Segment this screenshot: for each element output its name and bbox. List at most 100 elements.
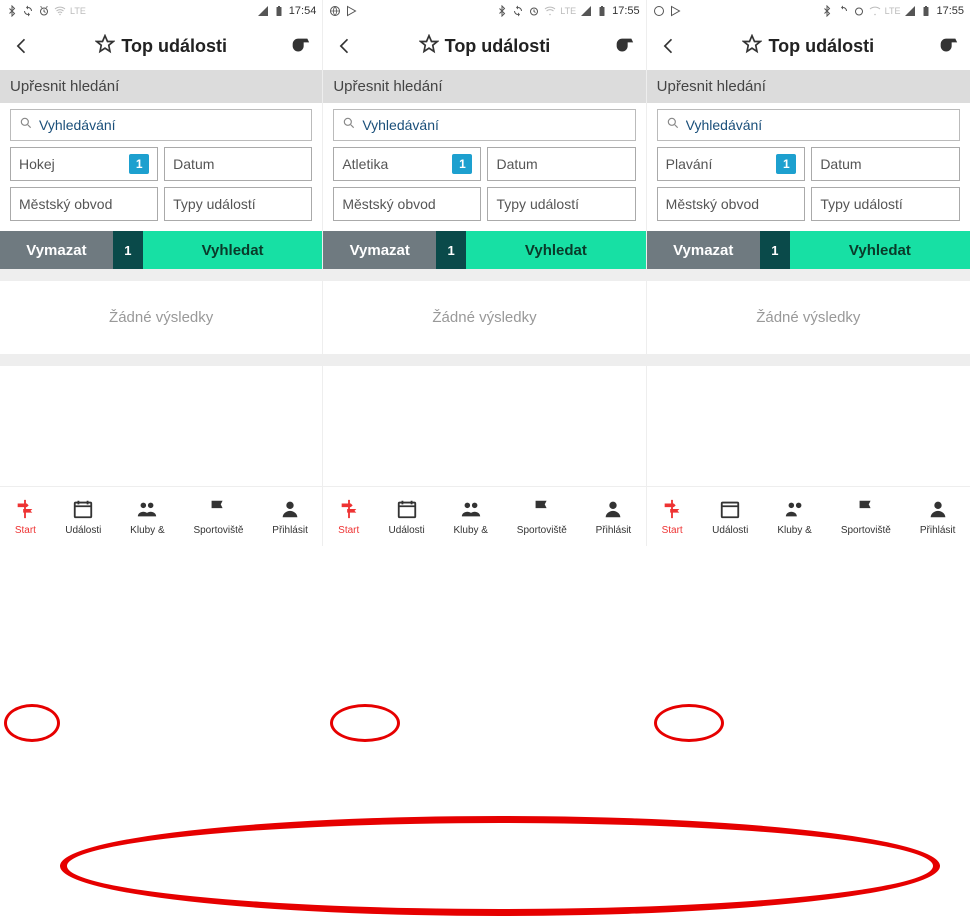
filter-grid: Plavání 1 Datum Městský obvod Typy událo… — [647, 147, 970, 221]
nav-clubs[interactable]: Kluby & — [454, 498, 488, 536]
clear-button[interactable]: Vymazat — [0, 231, 113, 269]
nav-login[interactable]: Přihlásit — [596, 498, 632, 536]
bottom-nav: Start Události Kluby & Sportoviště Přihl… — [0, 486, 322, 546]
screen-1: LTE 17:54 Top události Upřesnit hledání … — [0, 0, 323, 546]
title-bar: Top události — [323, 22, 645, 70]
search-button[interactable]: Vyhledat — [790, 231, 970, 269]
wifi-icon — [869, 5, 881, 17]
filter-grid: Hokej 1 Datum Městský obvod Typy událost… — [0, 147, 322, 221]
globe-icon — [329, 5, 341, 17]
bottom-nav: Start Události Kluby & Sportoviště Přihl… — [647, 486, 970, 546]
nav-clubs[interactable]: Kluby & — [777, 498, 811, 536]
search-icon — [342, 116, 362, 135]
signpost-icon — [338, 498, 360, 523]
filter-date[interactable]: Datum — [811, 147, 960, 181]
back-button[interactable] — [331, 32, 359, 60]
filter-date[interactable]: Datum — [164, 147, 312, 181]
filter-sport[interactable]: Atletika 1 — [333, 147, 481, 181]
filter-types[interactable]: Typy událostí — [487, 187, 635, 221]
nav-clubs[interactable]: Kluby & — [130, 498, 164, 536]
action-row: Vymazat 1 Vyhledat — [647, 231, 970, 269]
person-icon — [927, 498, 949, 523]
filter-district[interactable]: Městský obvod — [10, 187, 158, 221]
bluetooth-icon — [821, 5, 833, 17]
count-badge: 1 — [113, 231, 143, 269]
person-icon — [279, 498, 301, 523]
nav-venues[interactable]: Sportoviště — [193, 498, 243, 536]
filter-date[interactable]: Datum — [487, 147, 635, 181]
nav-start[interactable]: Start — [14, 498, 36, 536]
search-box[interactable] — [10, 109, 312, 141]
page-title: Top události — [36, 34, 286, 59]
clear-button[interactable]: Vymazat — [647, 231, 760, 269]
signpost-icon — [661, 498, 683, 523]
search-button[interactable]: Vyhledat — [466, 231, 646, 269]
nav-login[interactable]: Přihlásit — [272, 498, 308, 536]
search-box[interactable] — [657, 109, 960, 141]
search-input[interactable] — [39, 117, 303, 133]
subheader: Upřesnit hledání — [647, 70, 970, 103]
empty-results: Žádné výsledky — [323, 281, 645, 354]
battery-icon — [596, 5, 608, 17]
bluetooth-icon — [6, 5, 18, 17]
play-icon — [669, 5, 681, 17]
filter-badge: 1 — [452, 154, 472, 174]
globe-icon — [653, 5, 665, 17]
filter-sport[interactable]: Plavání 1 — [657, 147, 806, 181]
nav-events[interactable]: Události — [712, 498, 748, 536]
battery-icon — [273, 5, 285, 17]
status-bar: LTE 17:54 — [0, 0, 322, 22]
search-input[interactable] — [362, 117, 626, 133]
clock-time: 17:54 — [289, 5, 317, 17]
nav-venues[interactable]: Sportoviště — [517, 498, 567, 536]
filter-types[interactable]: Typy událostí — [164, 187, 312, 221]
filter-types[interactable]: Typy událostí — [811, 187, 960, 221]
signpost-icon — [14, 498, 36, 523]
back-button[interactable] — [8, 32, 36, 60]
sync-icon — [22, 5, 34, 17]
star-icon — [95, 34, 115, 59]
search-icon — [19, 116, 39, 135]
gap — [323, 269, 645, 281]
alarm-icon — [528, 5, 540, 17]
title-bar: Top události — [0, 22, 322, 70]
empty-results: Žádné výsledky — [647, 281, 970, 354]
sync-icon — [512, 5, 524, 17]
action-row: Vymazat 1 Vyhledat — [323, 231, 645, 269]
filter-grid: Atletika 1 Datum Městský obvod Typy udál… — [323, 147, 645, 221]
filter-district[interactable]: Městský obvod — [333, 187, 481, 221]
person-icon — [602, 498, 624, 523]
calendar-icon — [72, 498, 94, 523]
spacer — [323, 366, 645, 486]
group-icon — [460, 498, 482, 523]
sync-icon — [837, 5, 849, 17]
nav-events[interactable]: Události — [389, 498, 425, 536]
filter-district[interactable]: Městský obvod — [657, 187, 806, 221]
search-button[interactable]: Vyhledat — [143, 231, 323, 269]
back-button[interactable] — [655, 32, 683, 60]
star-icon — [419, 34, 439, 59]
search-input[interactable] — [686, 117, 951, 133]
action-row: Vymazat 1 Vyhledat — [0, 231, 322, 269]
nav-start[interactable]: Start — [338, 498, 360, 536]
alarm-icon — [853, 5, 865, 17]
group-icon — [784, 498, 806, 523]
whistle-icon[interactable] — [286, 32, 314, 60]
spacer — [647, 366, 970, 486]
whistle-icon[interactable] — [610, 32, 638, 60]
flag-icon — [855, 498, 877, 523]
spacer — [0, 366, 322, 486]
bluetooth-icon — [496, 5, 508, 17]
search-box[interactable] — [333, 109, 635, 141]
empty-results: Žádné výsledky — [0, 281, 322, 354]
nav-login[interactable]: Přihlásit — [920, 498, 956, 536]
nav-start[interactable]: Start — [661, 498, 683, 536]
filter-sport[interactable]: Hokej 1 — [10, 147, 158, 181]
nav-venues[interactable]: Sportoviště — [841, 498, 891, 536]
nav-events[interactable]: Události — [65, 498, 101, 536]
subheader: Upřesnit hledání — [0, 70, 322, 103]
clear-button[interactable]: Vymazat — [323, 231, 436, 269]
page-title: Top události — [683, 34, 934, 59]
title-bar: Top události — [647, 22, 970, 70]
whistle-icon[interactable] — [934, 32, 962, 60]
